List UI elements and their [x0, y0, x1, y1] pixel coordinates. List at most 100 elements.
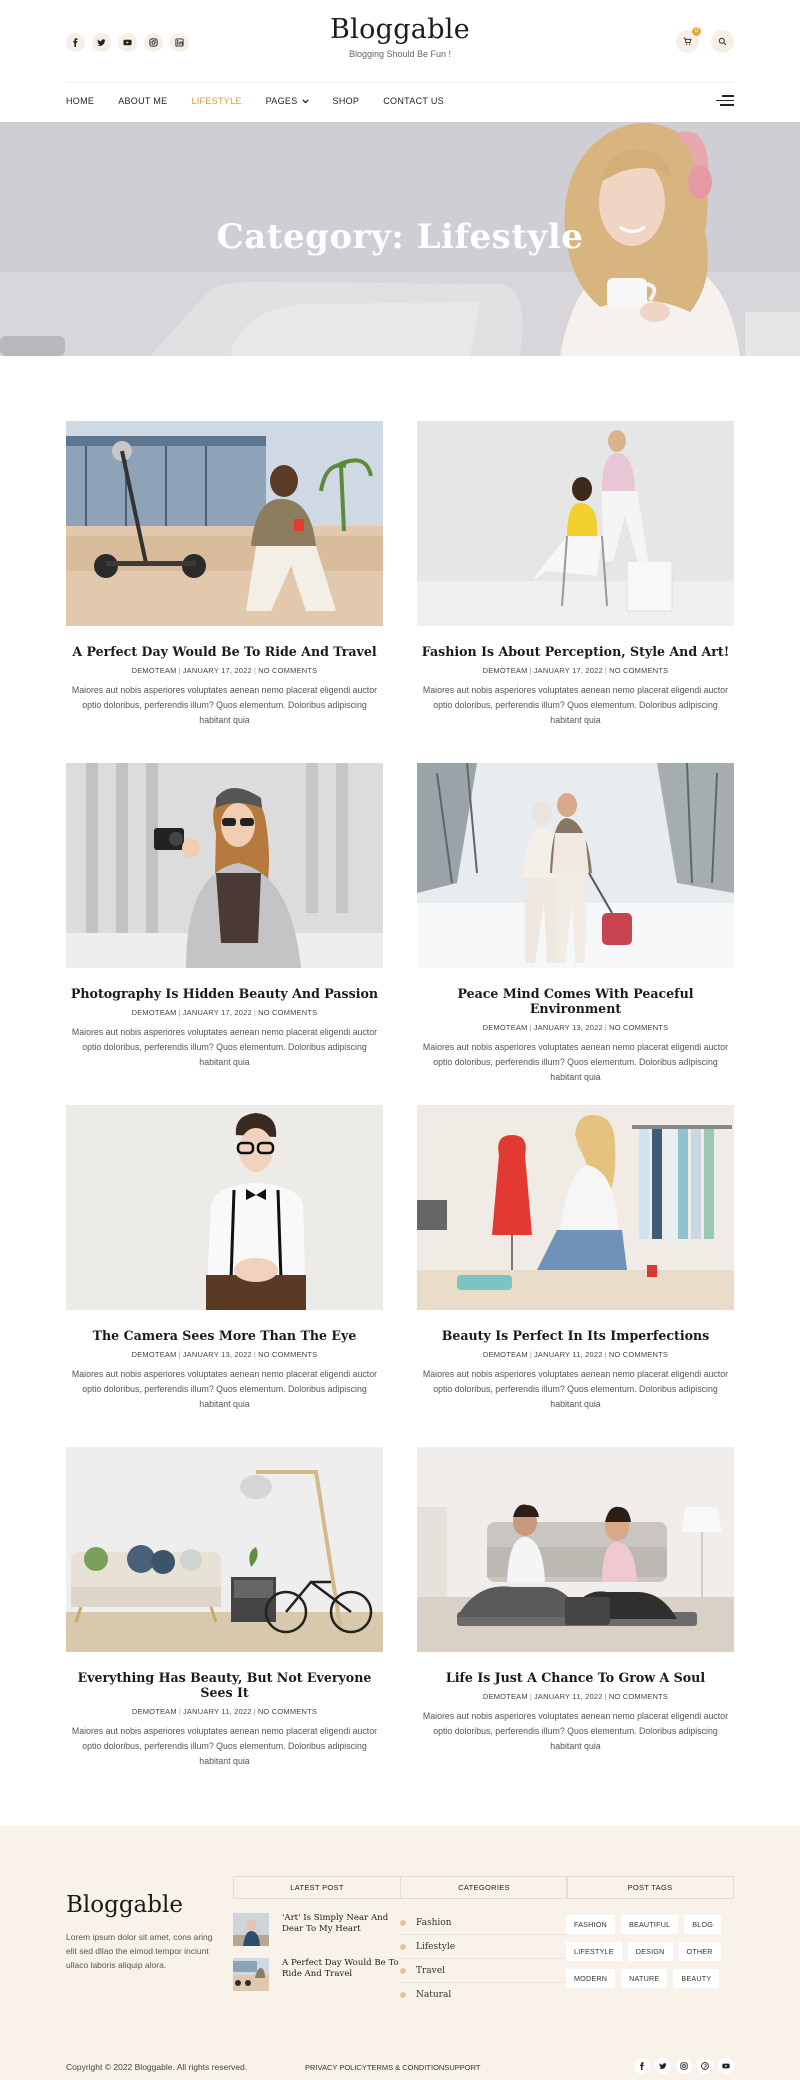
latest-post-title-link[interactable]: 'Art' Is Simply Near And Dear To My Hear…: [282, 1913, 401, 1935]
post-title-link[interactable]: The Camera Sees More Than The Eye: [66, 1328, 383, 1343]
twitter-icon[interactable]: [655, 2058, 671, 2074]
post-title-link[interactable]: Photography Is Hidden Beauty And Passion: [66, 986, 383, 1001]
post-title-link[interactable]: Everything Has Beauty, But Not Everyone …: [66, 1670, 383, 1700]
footer-social-links: [634, 2058, 734, 2074]
nav-item-about-me[interactable]: ABOUT ME: [118, 96, 167, 106]
facebook-icon[interactable]: [634, 2058, 650, 2074]
post-meta: DEMOTEAM | JANUARY 17, 2022 | NO COMMENTS: [131, 1008, 318, 1017]
category-link-travel[interactable]: Travel: [400, 1959, 568, 1983]
category-link-lifestyle[interactable]: Lifestyle: [400, 1935, 568, 1959]
instagram-icon[interactable]: [676, 2058, 692, 2074]
support-link[interactable]: SUPPORT: [444, 2063, 480, 2072]
post-thumbnail[interactable]: [417, 763, 734, 968]
post-comments-link[interactable]: NO COMMENTS: [609, 1350, 668, 1359]
tag-link[interactable]: LIFESTYLE: [566, 1942, 622, 1961]
tag-link[interactable]: NATURE: [621, 1969, 668, 1988]
post-thumbnail[interactable]: [417, 1105, 734, 1310]
post-date-link[interactable]: JANUARY 11, 2022: [534, 1350, 603, 1359]
post-thumbnail[interactable]: [66, 1105, 383, 1310]
footer-logo[interactable]: Bloggable: [66, 1892, 183, 1918]
post-author-link[interactable]: DEMOTEAM: [132, 1008, 177, 1017]
cart-icon: [683, 37, 692, 45]
post-meta: DEMOTEAM | JANUARY 11, 2022 | NO COMMENTS: [131, 1707, 318, 1716]
latest-post-widget: LATEST POST 'Art' Is Simply Near And Dea…: [233, 1876, 401, 1991]
post-meta: DEMOTEAM | JANUARY 11, 2022 | NO COMMENTS: [482, 1350, 669, 1359]
post-title-link[interactable]: Life Is Just A Chance To Grow A Soul: [417, 1670, 734, 1685]
post-thumbnail[interactable]: [417, 421, 734, 626]
post-excerpt: Maiores aut nobis asperiores voluptates …: [422, 1042, 729, 1082]
post-date-link[interactable]: JANUARY 13, 2022: [534, 1023, 603, 1032]
post-author-link[interactable]: DEMOTEAM: [483, 666, 528, 675]
tag-link[interactable]: DESIGN: [627, 1942, 673, 1961]
post-thumbnail[interactable]: [66, 1447, 383, 1652]
nav-item-lifestyle[interactable]: LIFESTYLE: [191, 96, 241, 106]
latest-post-thumbnail[interactable]: [233, 1958, 269, 1991]
post-thumbnail[interactable]: [66, 763, 383, 968]
post-comments-link[interactable]: NO COMMENTS: [609, 1692, 668, 1701]
post-thumbnail[interactable]: [66, 421, 383, 626]
privacy-policy-link[interactable]: PRIVACY POLICY: [305, 2063, 367, 2072]
post-excerpt: Maiores aut nobis asperiores voluptates …: [422, 685, 729, 725]
post-title-link[interactable]: Beauty Is Perfect In Its Imperfections: [417, 1328, 734, 1343]
post-thumbnail[interactable]: [417, 1447, 734, 1652]
tag-link[interactable]: BEAUTIFUL: [620, 1915, 679, 1934]
youtube-icon[interactable]: [718, 2058, 734, 2074]
post-date-link[interactable]: JANUARY 17, 2022: [183, 1008, 252, 1017]
category-label: Lifestyle: [416, 1941, 456, 1952]
post-date-link[interactable]: JANUARY 11, 2022: [534, 1692, 603, 1701]
post-card: Beauty Is Perfect In Its Imperfections D…: [417, 1105, 734, 1412]
nav-item-contact-us[interactable]: CONTACT US: [383, 96, 444, 106]
pinterest-icon[interactable]: [697, 2058, 713, 2074]
menu-toggle-icon[interactable]: [716, 95, 734, 107]
post-title-link[interactable]: Peace Mind Comes With Peaceful Environme…: [417, 986, 734, 1016]
post-title-link[interactable]: A Perfect Day Would Be To Ride And Trave…: [66, 644, 383, 659]
tag-link[interactable]: OTHER: [678, 1942, 721, 1961]
nav-item-label: PAGES: [265, 96, 298, 106]
nav-item-label: LIFESTYLE: [191, 96, 242, 106]
post-comments-link[interactable]: NO COMMENTS: [609, 1023, 668, 1032]
post-date-link[interactable]: JANUARY 13, 2022: [183, 1350, 252, 1359]
nav-item-home[interactable]: HOME: [66, 96, 94, 106]
post-meta: DEMOTEAM | JANUARY 13, 2022 | NO COMMENTS: [131, 1350, 318, 1359]
nav-item-shop[interactable]: SHOP: [333, 96, 360, 106]
widget-title: POST TAGS: [566, 1876, 734, 1899]
search-icon: [718, 37, 727, 46]
chevron-down-icon: [301, 98, 309, 104]
tag-link[interactable]: BEAUTY: [673, 1969, 720, 1988]
post-author-link[interactable]: DEMOTEAM: [483, 1350, 528, 1359]
post-author-link[interactable]: DEMOTEAM: [132, 1350, 177, 1359]
page-title: Category: Lifestyle: [216, 217, 584, 257]
post-comments-link[interactable]: NO COMMENTS: [258, 1350, 317, 1359]
tag-link[interactable]: BLOG: [684, 1915, 722, 1934]
cart-button[interactable]: 0: [676, 27, 701, 53]
cart-count-badge: 0: [692, 27, 701, 36]
category-label: Travel: [416, 1965, 445, 1976]
post-comments-link[interactable]: NO COMMENTS: [258, 666, 317, 675]
terms-condition-link[interactable]: TERMS & CONDITION: [367, 2063, 445, 2072]
post-date-link[interactable]: JANUARY 17, 2022: [183, 666, 252, 675]
post-author-link[interactable]: DEMOTEAM: [132, 1707, 177, 1716]
post-date-link[interactable]: JANUARY 11, 2022: [183, 1707, 252, 1716]
search-button[interactable]: [711, 30, 734, 53]
widget-title: LATEST POST: [233, 1876, 401, 1899]
post-author-link[interactable]: DEMOTEAM: [132, 666, 177, 675]
post-comments-link[interactable]: NO COMMENTS: [609, 666, 668, 675]
post-comments-link[interactable]: NO COMMENTS: [258, 1008, 317, 1017]
category-link-fashion[interactable]: Fashion: [400, 1911, 568, 1935]
post-card: Everything Has Beauty, But Not Everyone …: [66, 1447, 383, 1769]
post-author-link[interactable]: DEMOTEAM: [483, 1692, 528, 1701]
tag-link[interactable]: MODERN: [566, 1969, 616, 1988]
post-card: Peace Mind Comes With Peaceful Environme…: [417, 763, 734, 1085]
post-date-link[interactable]: JANUARY 17, 2022: [534, 666, 603, 675]
post-title-link[interactable]: Fashion Is About Perception, Style And A…: [417, 644, 734, 659]
nav-item-pages[interactable]: PAGES: [266, 96, 309, 106]
post-excerpt: Maiores aut nobis asperiores voluptates …: [422, 1369, 729, 1409]
latest-post-thumbnail[interactable]: [233, 1913, 269, 1946]
post-author-link[interactable]: DEMOTEAM: [483, 1023, 528, 1032]
category-link-natural[interactable]: Natural: [400, 1983, 568, 2007]
header-actions: 0: [676, 27, 734, 53]
latest-post-title-link[interactable]: A Perfect Day Would Be To Ride And Trave…: [282, 1958, 401, 1980]
post-comments-link[interactable]: NO COMMENTS: [258, 1707, 317, 1716]
tag-link[interactable]: FASHION: [566, 1915, 615, 1934]
bullet-dot: [400, 1967, 406, 1974]
